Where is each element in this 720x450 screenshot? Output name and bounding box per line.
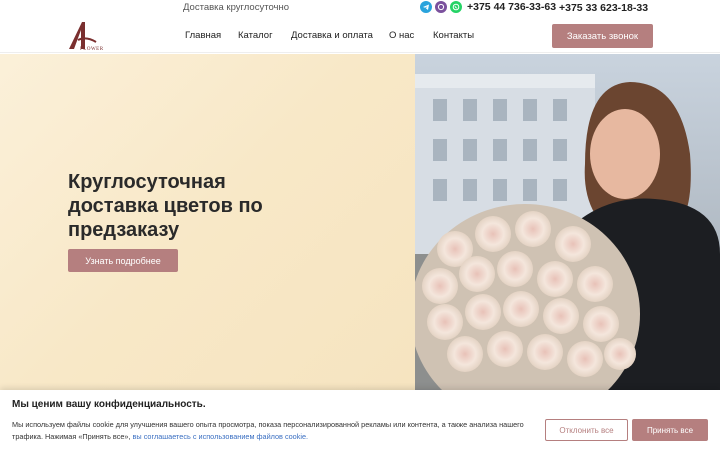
- phone-number-1[interactable]: +375 44 736-33-63: [467, 1, 556, 13]
- hero-title-line-3: предзаказу: [68, 219, 180, 241]
- cookie-banner: Мы ценим вашу конфиденциальность. Мы исп…: [0, 390, 720, 450]
- hero-photo: [415, 54, 720, 394]
- accept-all-button[interactable]: Принять все: [632, 419, 708, 441]
- whatsapp-icon[interactable]: [450, 1, 462, 13]
- learn-more-button[interactable]: Узнать подробнее: [68, 249, 178, 272]
- phone-block: +375 44 736-33-63: [420, 1, 556, 13]
- nav-delivery[interactable]: Доставка и оплата: [291, 30, 373, 41]
- phone-number-2[interactable]: +375 33 623-18-33: [559, 2, 648, 14]
- viber-icon[interactable]: [435, 1, 447, 13]
- cookie-title: Мы ценим вашу конфиденциальность.: [12, 399, 206, 410]
- reject-all-button[interactable]: Отклонить все: [545, 419, 628, 441]
- hero-title-line-1: Круглосуточная: [68, 171, 226, 193]
- nav-catalog[interactable]: Каталог: [238, 30, 273, 41]
- cookie-text: Мы используем файлы cookie для улучшения…: [12, 419, 540, 442]
- telegram-icon[interactable]: [420, 1, 432, 13]
- logo-text: FLOWER: [80, 47, 104, 52]
- delivery-tagline: Доставка круглосуточно: [183, 2, 290, 13]
- hero-title: Круглосуточная доставка цветов по предза…: [68, 170, 328, 242]
- order-call-button[interactable]: Заказать звонок: [552, 24, 653, 48]
- nav-home[interactable]: Главная: [185, 30, 221, 41]
- hero-title-line-2: доставка цветов по: [68, 195, 263, 217]
- cookie-policy-link[interactable]: вы соглашаетесь с использованием файлов …: [133, 432, 309, 441]
- nav-about[interactable]: О нас: [389, 30, 414, 41]
- nav-contacts[interactable]: Контакты: [433, 30, 474, 41]
- woman-with-roses-image: [415, 54, 720, 394]
- site-header: Доставка круглосуточно +375 44 736-33-63…: [0, 0, 720, 53]
